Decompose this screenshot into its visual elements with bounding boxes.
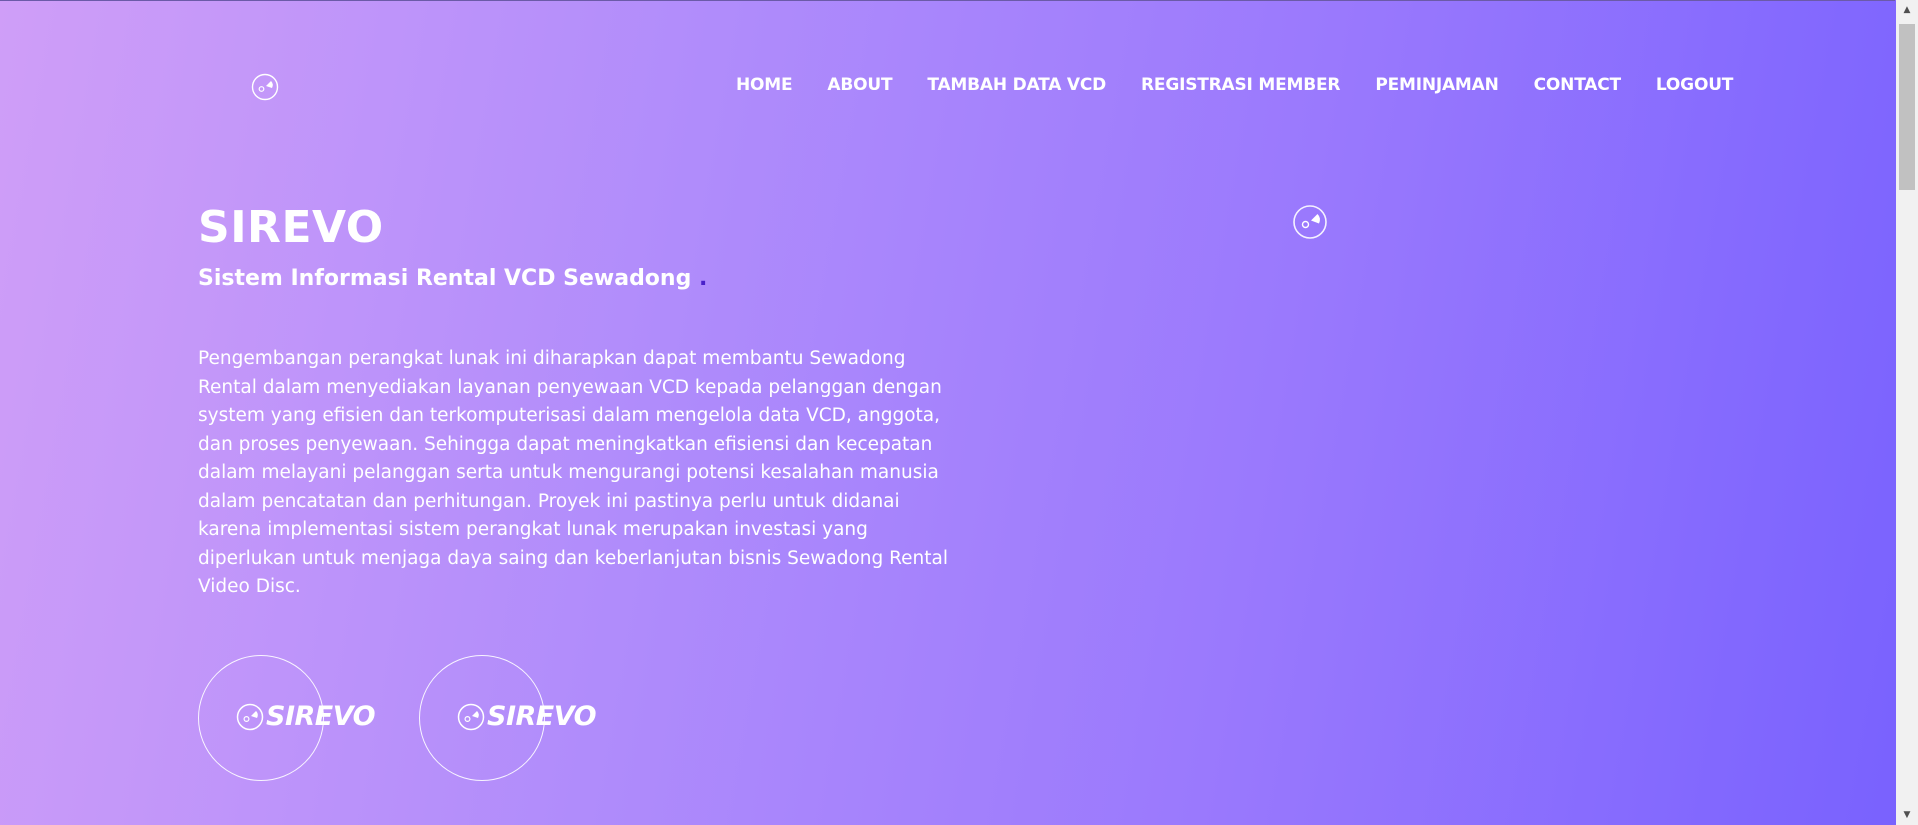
hero-subtitle: Sistem Informasi Rental VCD Sewadong . xyxy=(198,264,707,294)
sirevo-badge-1-content: SIREVO xyxy=(236,701,376,732)
disc-icon xyxy=(236,703,264,731)
nav-tambah-data-vcd[interactable]: TAMBAH DATA VCD xyxy=(927,73,1106,97)
disc-icon xyxy=(457,703,485,731)
scroll-down-arrow-icon[interactable]: ▼ xyxy=(1896,805,1918,825)
nav-about[interactable]: ABOUT xyxy=(827,73,892,97)
badge-label: SIREVO xyxy=(487,701,597,732)
scroll-up-arrow-icon[interactable]: ▲ xyxy=(1896,0,1918,20)
hero-description: Pengembangan perangkat lunak ini diharap… xyxy=(198,348,948,597)
hero-disc-icon xyxy=(1293,205,1327,239)
nav-registrasi-member[interactable]: REGISTRASI MEMBER xyxy=(1141,73,1340,97)
vertical-scrollbar[interactable]: ▲ ▼ xyxy=(1896,0,1918,825)
disc-logo-icon[interactable] xyxy=(251,73,279,101)
nav-logout[interactable]: LOGOUT xyxy=(1656,73,1733,97)
hero-subtitle-text: Sistem Informasi Rental VCD Sewadong xyxy=(198,266,692,291)
hero-subtitle-dot: . xyxy=(699,266,708,291)
window-top-border xyxy=(0,0,1895,1)
hero-title: SIREVO xyxy=(198,202,384,253)
scroll-thumb[interactable] xyxy=(1899,24,1915,190)
badge-label: SIREVO xyxy=(266,701,376,732)
nav-home[interactable]: HOME xyxy=(736,73,793,97)
nav-contact[interactable]: CONTACT xyxy=(1534,73,1621,97)
main-nav: HOME ABOUT TAMBAH DATA VCD REGISTRASI ME… xyxy=(736,73,1733,97)
nav-peminjaman[interactable]: PEMINJAMAN xyxy=(1375,73,1499,97)
sirevo-badge-2-content: SIREVO xyxy=(457,701,597,732)
